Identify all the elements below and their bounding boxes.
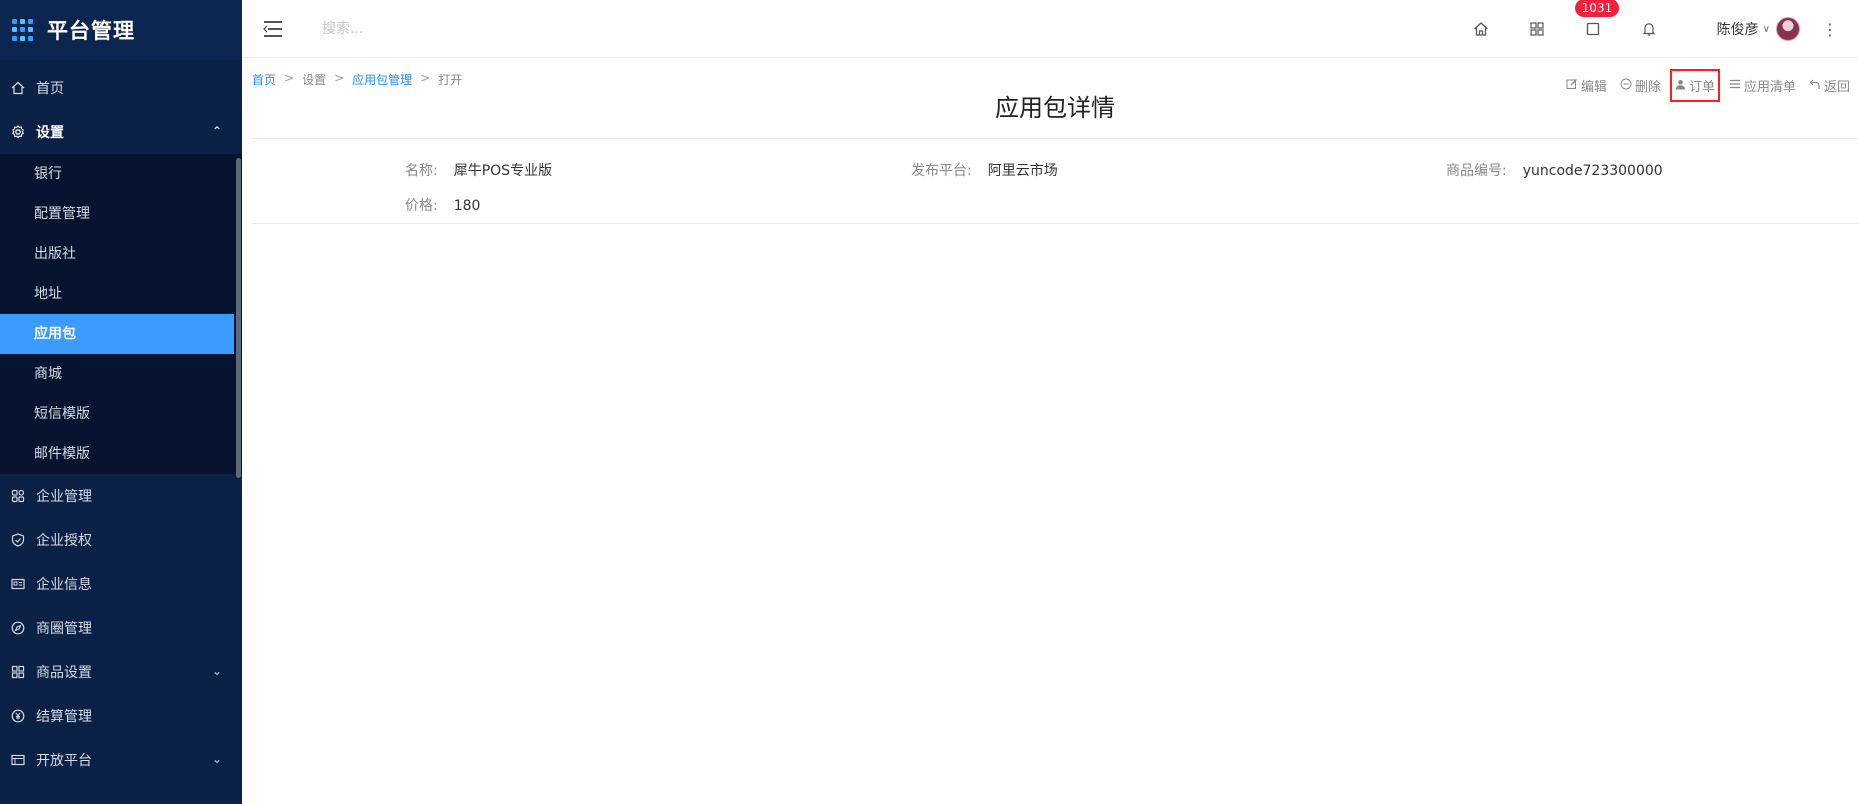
sidebar-subitem-publisher[interactable]: 出版社 [0, 234, 242, 274]
sidebar-scrollbar[interactable] [236, 158, 241, 478]
sidebar-item-label: 商品设置 [36, 665, 92, 681]
sidebar-item-settings[interactable]: 设置 ⌃ [0, 110, 242, 154]
field-code-value: yuncode723300000 [1522, 163, 1663, 179]
messages-icon[interactable]: 1031 [1574, 0, 1620, 41]
field-price-value: 180 [453, 198, 481, 214]
sidebar-item-product-settings[interactable]: 商品设置 ⌄ [0, 650, 242, 694]
apps-icon[interactable] [1525, 17, 1549, 41]
details-divider [252, 223, 1858, 224]
sidebar-item-enterprise[interactable]: 企业管理 [0, 474, 242, 518]
sidebar-item-label: 开放平台 [36, 753, 92, 769]
field-price-label: 价格: [405, 198, 438, 214]
table-icon [10, 752, 26, 768]
settings-submenu: 银行 配置管理 出版社 地址 应用包 商城 短信模版 邮件模版 [0, 154, 242, 474]
chevron-down-icon: ⌄ [211, 752, 222, 766]
sidebar-item-home[interactable]: 首页 [0, 66, 242, 110]
enterprise-icon [10, 488, 26, 504]
sidebar-item-label: 企业管理 [36, 489, 92, 505]
sidebar-subitem-app-package[interactable]: 应用包 [0, 314, 234, 354]
field-code-label: 商品编号: [1446, 163, 1507, 179]
sidebar: 平台管理 首页 设置 ⌃ 银行 配置管理 出版社 地址 应用包 商城 短信模版 … [0, 0, 242, 804]
breadcrumb-separator: > [334, 71, 345, 85]
sidebar-subitem-address[interactable]: 地址 [0, 274, 242, 314]
field-platform-value: 阿里云市场 [987, 163, 1058, 179]
sidebar-item-label: 设置 [36, 125, 64, 141]
breadcrumb-settings: 设置 [302, 73, 327, 87]
avatar[interactable] [1776, 17, 1800, 41]
main-content: 首页 > 设置 > 应用包管理 > 打开 编辑 删除 订单 应用清单 返回 应用… [252, 58, 1858, 804]
sidebar-item-business-district[interactable]: 商圈管理 [0, 606, 242, 650]
apps-grid-icon [12, 19, 34, 41]
chevron-down-icon: ⌄ [211, 664, 222, 678]
bell-icon[interactable] [1637, 17, 1661, 41]
topbar: 1031 陈俊彦 ∨ ⋮ [242, 0, 1858, 58]
grid-icon [10, 664, 26, 680]
sidebar-item-label: 企业信息 [36, 577, 92, 593]
sidebar-subitem-mail-template[interactable]: 邮件模版 [0, 434, 242, 474]
sidebar-item-enterprise-auth[interactable]: 企业授权 [0, 518, 242, 562]
sidebar-item-label: 结算管理 [36, 709, 92, 725]
user-name[interactable]: 陈俊彦 [1717, 19, 1759, 39]
field-name-value: 犀牛POS专业版 [453, 163, 553, 179]
chevron-up-icon: ⌃ [211, 124, 222, 138]
yen-icon [10, 708, 26, 724]
sidebar-item-open-platform[interactable]: 开放平台 ⌄ [0, 738, 242, 782]
breadcrumb-home[interactable]: 首页 [252, 71, 276, 88]
compass-icon [10, 620, 26, 636]
sidebar-item-enterprise-info[interactable]: 企业信息 [0, 562, 242, 606]
app-title: 平台管理 [47, 19, 135, 43]
menu-collapse-icon[interactable] [263, 20, 284, 37]
sidebar-subitem-sms-template[interactable]: 短信模版 [0, 394, 242, 434]
home-icon[interactable] [1469, 17, 1493, 41]
breadcrumb-separator: > [420, 71, 431, 85]
more-vertical-icon[interactable]: ⋮ [1822, 20, 1838, 39]
topbar-right: 1031 陈俊彦 ∨ ⋮ [1453, 0, 1858, 58]
settings-icon [10, 124, 26, 140]
sidebar-subitem-bank[interactable]: 银行 [0, 154, 242, 194]
sidebar-item-label: 商圈管理 [36, 621, 92, 637]
id-card-icon [10, 576, 26, 592]
home-icon [10, 80, 26, 96]
sidebar-subitem-mall[interactable]: 商城 [0, 354, 242, 394]
title-divider [252, 138, 1858, 139]
search-input[interactable] [322, 20, 622, 37]
field-platform-label: 发布平台: [911, 163, 972, 179]
sidebar-item-label: 首页 [36, 81, 64, 97]
field-platform: 发布平台: 阿里云市场 [911, 160, 1058, 180]
shield-icon [10, 532, 26, 548]
breadcrumb: 首页 > 设置 > 应用包管理 > 打开 [252, 71, 462, 88]
field-name: 名称: 犀牛POS专业版 [405, 160, 552, 180]
chevron-down-icon[interactable]: ∨ [1763, 24, 1770, 35]
breadcrumb-current: 打开 [438, 73, 463, 87]
field-price: 价格: 180 [405, 195, 480, 215]
field-name-label: 名称: [405, 163, 438, 179]
sidebar-subitem-config[interactable]: 配置管理 [0, 194, 242, 234]
notification-badge: 1031 [1574, 0, 1620, 17]
sidebar-item-label: 企业授权 [36, 533, 92, 549]
breadcrumb-separator: > [284, 71, 295, 85]
field-code: 商品编号: yuncode723300000 [1446, 160, 1663, 180]
sidebar-logo[interactable]: 平台管理 [0, 0, 242, 60]
page-title: 应用包详情 [995, 94, 1115, 122]
breadcrumb-app-package-manage[interactable]: 应用包管理 [352, 71, 412, 88]
sidebar-item-settlement[interactable]: 结算管理 [0, 694, 242, 738]
